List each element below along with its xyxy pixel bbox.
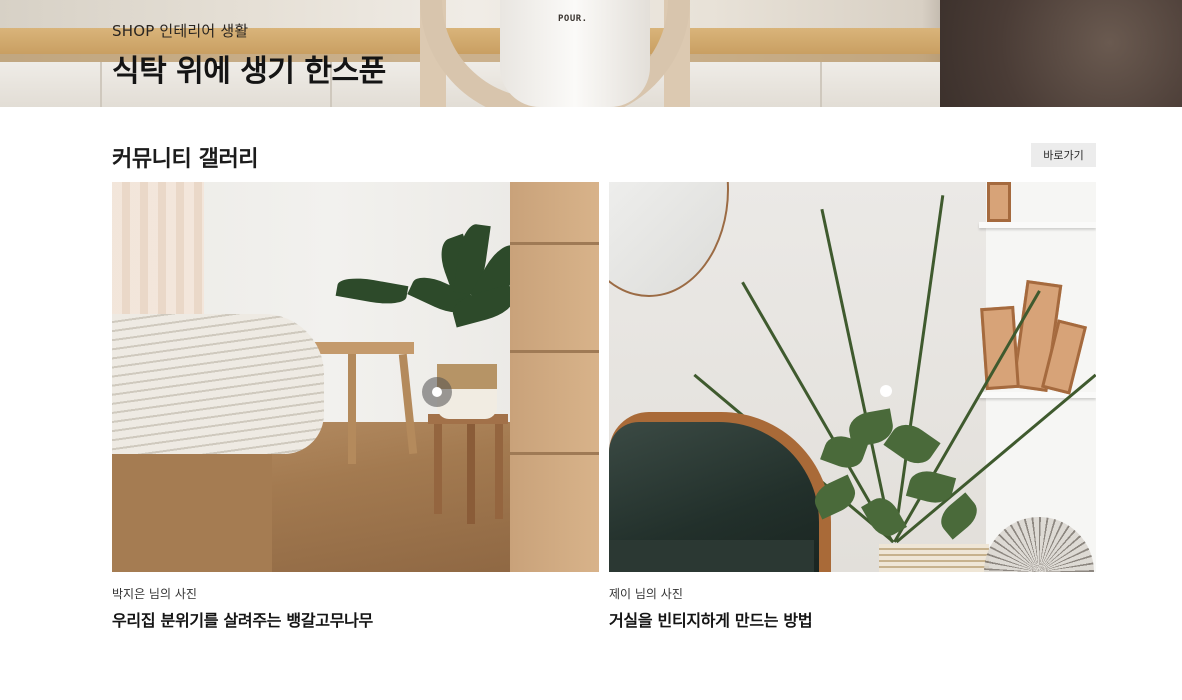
hero-banner[interactable]: POUR. SHOP 인테리어 생활 식탁 위에 생기 한스푼 <box>0 0 1182 107</box>
photo-title[interactable]: 우리집 분위기를 살려주는 뱅갈고무나무 <box>112 607 599 631</box>
hero-title: 식탁 위에 생기 한스푼 <box>112 54 386 89</box>
gallery-card[interactable]: 제이 님의 사진 거실을 빈티지하게 만드는 방법 <box>609 182 1096 631</box>
product-hotspot[interactable] <box>422 377 452 407</box>
goto-button[interactable]: 바로가기 <box>1031 143 1096 167</box>
gallery-photo-living-room[interactable] <box>609 182 1096 572</box>
photo-author: 박지은 님의 사진 <box>112 587 197 601</box>
product-hotspot[interactable] <box>880 385 892 397</box>
photo-author: 제이 님의 사진 <box>609 587 683 601</box>
hero-image-text: POUR. <box>558 14 588 24</box>
photo-title[interactable]: 거실을 빈티지하게 만드는 방법 <box>609 607 1096 631</box>
section-title: 커뮤니티 갤러리 <box>112 147 259 172</box>
gallery-photo-bedroom[interactable] <box>112 182 599 572</box>
gallery-card[interactable]: 박지은 님의 사진 우리집 분위기를 살려주는 뱅갈고무나무 <box>112 182 599 631</box>
hero-eyebrow: SHOP 인테리어 생활 <box>112 22 249 40</box>
